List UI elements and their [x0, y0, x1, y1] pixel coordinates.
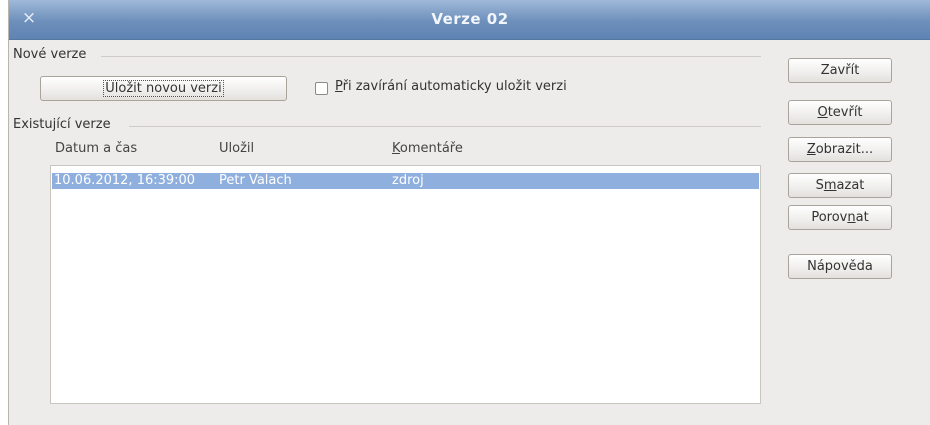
title-bar: × Verze 02 — [9, 0, 930, 40]
column-header-saved-by[interactable]: Uložil — [219, 141, 254, 156]
row-saved-by: Petr Valach — [219, 173, 292, 188]
column-header-datetime[interactable]: Datum a čas — [55, 141, 137, 156]
help-button[interactable]: Nápověda — [788, 254, 892, 279]
window-title: Verze 02 — [431, 10, 509, 28]
delete-button[interactable]: Smazat — [788, 173, 892, 198]
existing-versions-label: Existující verze — [13, 117, 111, 132]
close-button[interactable]: Zavřít — [788, 58, 892, 83]
show-button[interactable]: Zobrazit... — [788, 137, 892, 162]
save-new-version-label: Uložit novou verzi — [103, 80, 224, 97]
auto-save-label[interactable]: Při zavírání automaticky uložit verzi — [335, 79, 567, 94]
versions-list[interactable]: 10.06.2012, 16:39:00 Petr Valach zdroj — [50, 165, 761, 404]
new-versions-label: Nové verze — [13, 47, 87, 62]
save-new-version-button[interactable]: Uložit novou verzi — [40, 76, 287, 101]
table-row[interactable]: 10.06.2012, 16:39:00 Petr Valach zdroj — [52, 173, 759, 189]
row-comment: zdroj — [392, 173, 424, 188]
new-versions-divider — [101, 56, 761, 57]
compare-button[interactable]: Porovnat — [788, 205, 892, 230]
row-datetime: 10.06.2012, 16:39:00 — [54, 173, 196, 188]
auto-save-checkbox[interactable] — [315, 82, 328, 95]
column-header-comments[interactable]: Komentáře — [392, 141, 463, 156]
existing-versions-divider — [129, 126, 761, 127]
open-button[interactable]: Otevřít — [788, 100, 892, 125]
versions-dialog: × Verze 02 Nové verze Uložit novou verzi… — [8, 0, 930, 425]
